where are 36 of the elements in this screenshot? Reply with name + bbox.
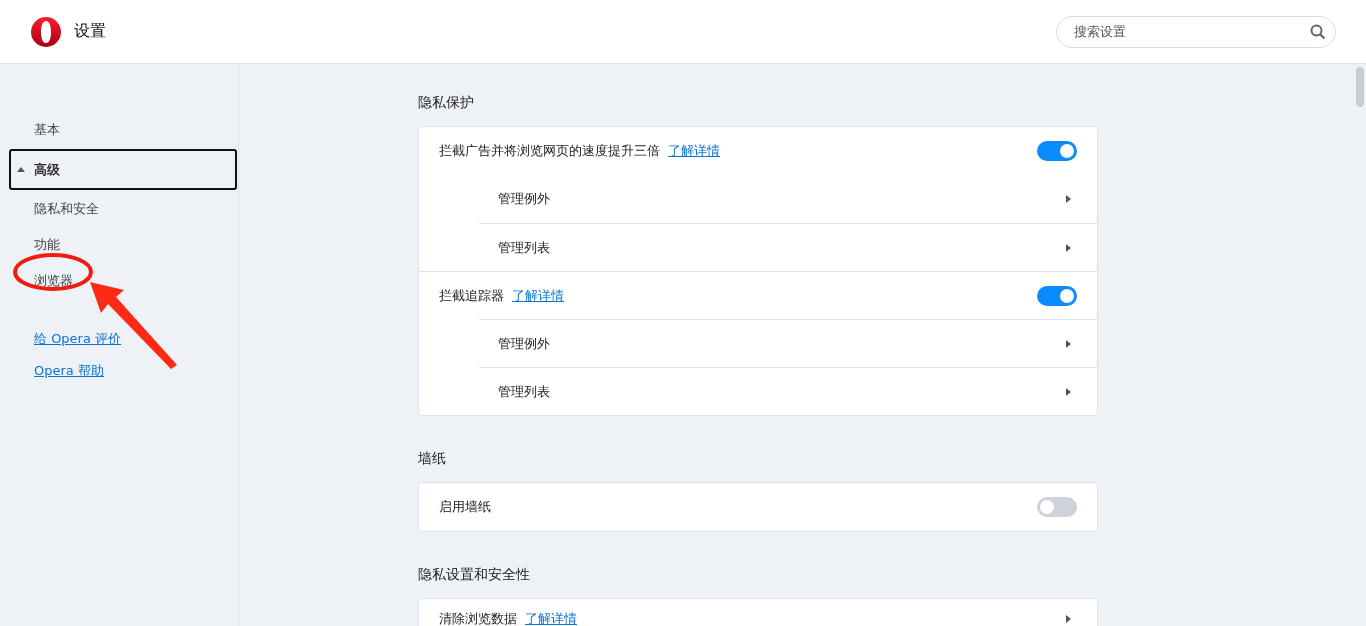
toggle-switch[interactable] <box>1037 497 1077 517</box>
setting-link-row[interactable]: 管理列表 <box>479 223 1097 271</box>
setting-label: 启用墙纸 <box>439 498 491 516</box>
chevron-icon <box>1066 615 1071 623</box>
setting-label: 拦截追踪器 <box>439 286 504 305</box>
page-title: 设置 <box>74 21 106 42</box>
search-icon <box>1310 23 1326 40</box>
nav-item[interactable]: 隐私和安全 <box>9 191 237 227</box>
section-title: 墙纸 <box>418 449 447 468</box>
caret-icon <box>17 167 25 172</box>
chevron-icon <box>1066 195 1071 203</box>
opera-logo-icon <box>30 15 62 48</box>
section-title: 隐私保护 <box>418 93 475 112</box>
chevron-icon <box>1066 387 1071 396</box>
nav-label: 高级 <box>34 160 60 179</box>
setting-link-row[interactable]: 管理例外 <box>479 175 1097 223</box>
search-field[interactable]: 搜索设置 <box>1056 15 1336 48</box>
toggle-switch[interactable] <box>1037 141 1077 161</box>
chevron-icon <box>1066 243 1071 252</box>
nav-item[interactable]: 浏览器 <box>9 263 237 299</box>
nav-item[interactable]: 基本 <box>9 112 237 148</box>
sidebar-link[interactable]: Opera 帮助 <box>9 355 104 387</box>
nav-group[interactable]: 高级 <box>9 149 237 190</box>
setting-label: 拦截广告并将浏览网页的速度提升三倍 <box>439 142 660 160</box>
sidebar-link[interactable]: 给 Opera 评价 <box>9 323 122 355</box>
nav-item[interactable]: 功能 <box>9 227 237 263</box>
chevron-icon <box>1066 339 1071 348</box>
learn-more-link[interactable]: 了解详情 <box>525 610 577 626</box>
setting-link-row[interactable]: 管理列表 <box>479 367 1097 415</box>
section-title: 隐私设置和安全性 <box>418 565 531 584</box>
scrollbar-thumb[interactable] <box>1356 67 1364 107</box>
learn-more-link[interactable]: 了解详情 <box>668 142 720 160</box>
toggle-switch[interactable] <box>1037 285 1077 306</box>
setting-label: 清除浏览数据 <box>439 610 517 626</box>
learn-more-link[interactable]: 了解详情 <box>512 286 564 305</box>
setting-link-row[interactable]: 管理例外 <box>479 319 1097 367</box>
